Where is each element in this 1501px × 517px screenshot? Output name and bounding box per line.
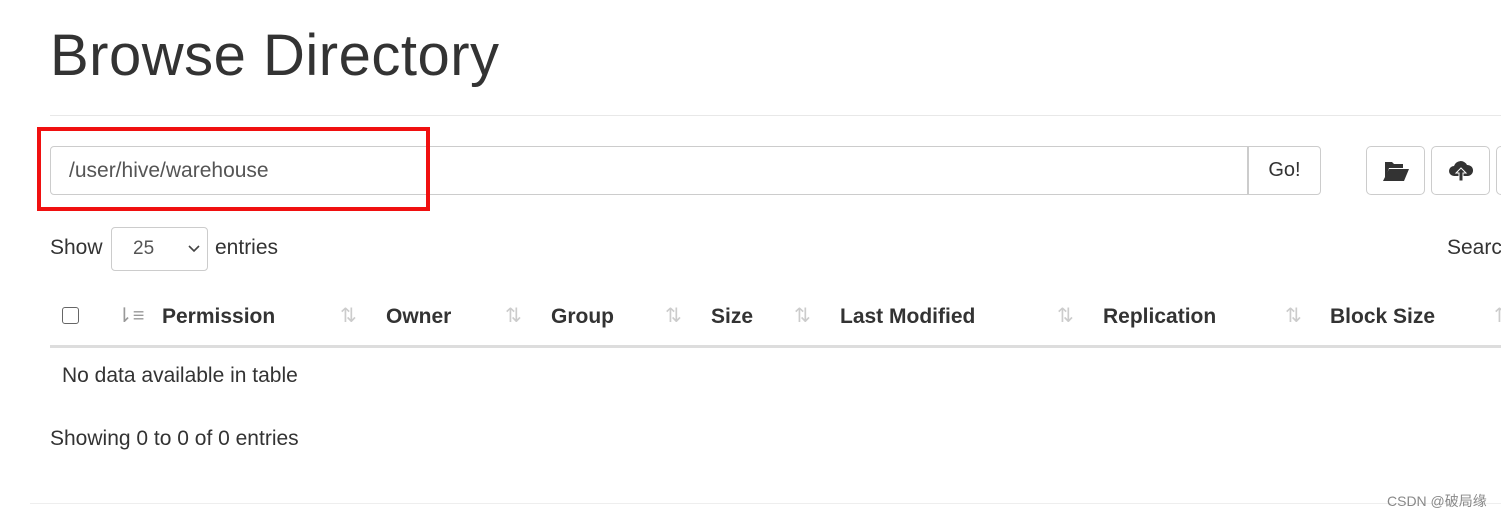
show-label: Show [50, 236, 103, 259]
divider [50, 115, 1501, 116]
go-button[interactable]: Go! [1248, 146, 1321, 195]
footer-divider [30, 503, 1501, 504]
cloud-upload-icon [1448, 160, 1473, 181]
column-block-size[interactable]: Block Size [1330, 305, 1435, 329]
highlight-annotation [37, 127, 430, 211]
table-header-border [50, 345, 1501, 348]
select-all-checkbox[interactable] [62, 307, 79, 324]
entries-label: entries [215, 236, 279, 259]
chevron-down-icon [188, 245, 200, 253]
sort-icon[interactable]: ⇅ [794, 303, 811, 328]
more-button[interactable] [1496, 146, 1501, 195]
sort-icon[interactable]: ⇅ [665, 303, 682, 328]
column-owner[interactable]: Owner [386, 305, 451, 329]
column-group[interactable]: Group [551, 305, 614, 329]
entries-select-value: 25 [133, 238, 155, 259]
page-title: Browse Directory [50, 23, 500, 88]
column-last-modified[interactable]: Last Modified [840, 305, 975, 329]
folder-open-icon [1382, 161, 1409, 181]
sort-icon[interactable]: ⇅ [1494, 303, 1501, 328]
sort-asc-icon[interactable]: ⇂≡ [116, 303, 144, 328]
search-label: Searc [1447, 236, 1501, 259]
table-info: Showing 0 to 0 of 0 entries [50, 427, 299, 450]
sort-icon[interactable]: ⇅ [340, 303, 357, 328]
upload-button[interactable] [1431, 146, 1490, 195]
empty-table-message: No data available in table [62, 364, 298, 387]
watermark: CSDN @破局缘 [1387, 493, 1487, 509]
entries-select[interactable]: 25 [111, 227, 208, 271]
sort-icon[interactable]: ⇅ [505, 303, 522, 328]
sort-icon[interactable]: ⇅ [1057, 303, 1074, 328]
sort-icon[interactable]: ⇅ [1285, 303, 1302, 328]
column-size[interactable]: Size [711, 305, 753, 329]
column-permission[interactable]: Permission [162, 305, 275, 329]
create-directory-button[interactable] [1366, 146, 1425, 195]
column-replication[interactable]: Replication [1103, 305, 1216, 329]
